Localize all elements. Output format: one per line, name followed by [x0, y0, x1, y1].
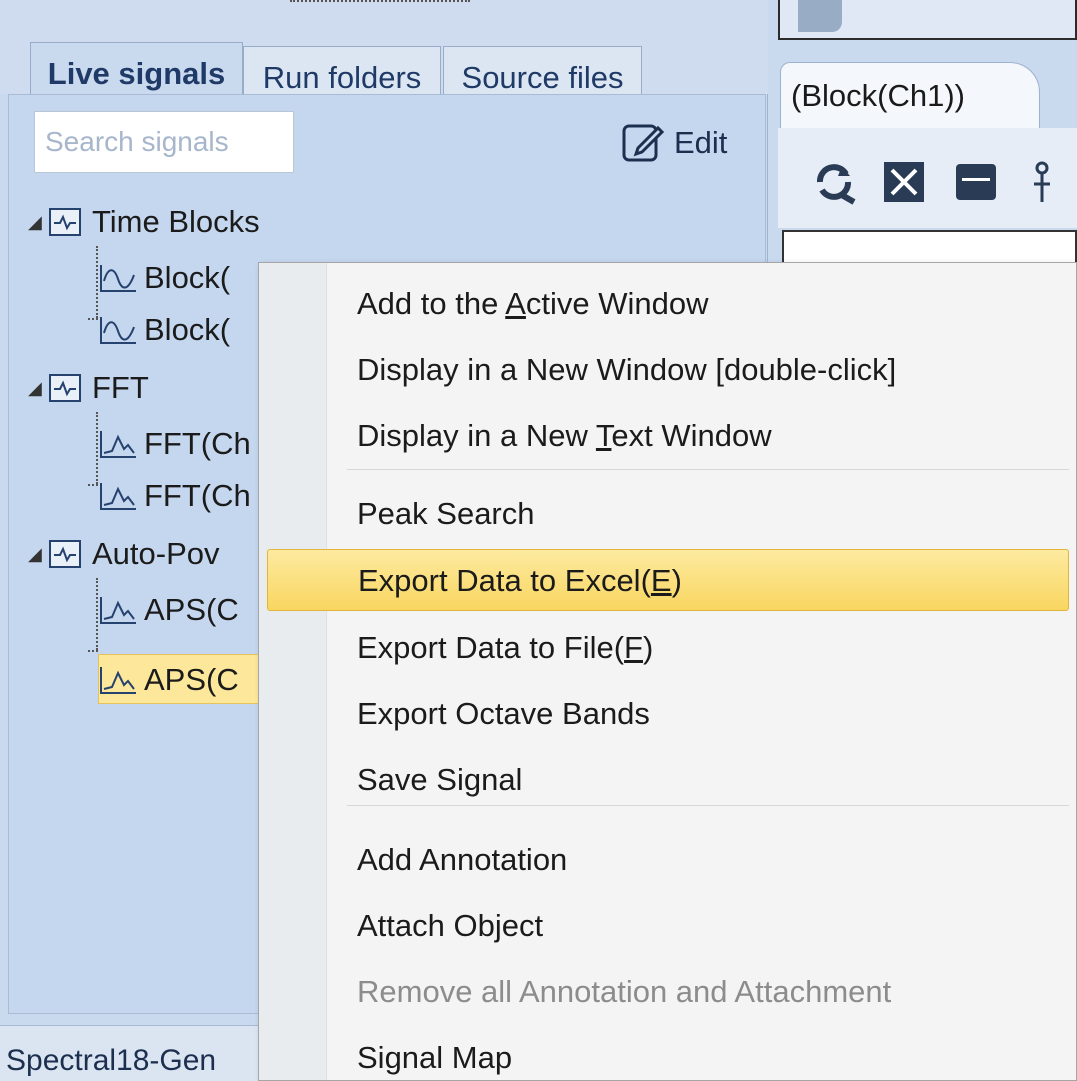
menu-item-label-suffix: ) — [642, 630, 654, 665]
tree-item[interactable]: Block( — [98, 302, 230, 358]
tree-item-label: APS(C — [144, 662, 239, 697]
menu-item-export-data-to-file[interactable]: Export Data to File(F) — [267, 617, 1069, 679]
tree-item-label: APS(C — [144, 592, 239, 627]
tree-item-label: Block( — [144, 260, 231, 295]
signal-group-icon — [49, 374, 81, 402]
edit-pencil-icon — [622, 124, 665, 162]
menu-item-label: Signal Map — [357, 1040, 513, 1075]
tab-block-ch1[interactable]: (Block(Ch1)) — [780, 62, 1040, 130]
menu-item-label: Export Octave Bands — [357, 696, 650, 731]
tree-item[interactable]: APS(C — [98, 582, 239, 638]
fit-icon[interactable] — [880, 158, 928, 206]
tree-item-label: FFT(Ch — [144, 426, 251, 461]
sine-wave-icon — [100, 317, 136, 344]
expander-icon[interactable]: ◢ — [28, 212, 48, 233]
menu-item-export-data-to-excel[interactable]: Export Data to Excel(E) — [267, 549, 1069, 611]
menu-item-label: Remove all Annotation and Attachment — [357, 974, 892, 1009]
menu-item-label-suffix: ) — [671, 563, 682, 598]
menu-item-label: Add to the — [357, 286, 506, 321]
expander-icon[interactable]: ◢ — [28, 378, 48, 399]
splitter-grip[interactable] — [290, 0, 470, 12]
tree-item[interactable]: FFT(Ch — [98, 416, 251, 472]
menu-item-attach-object[interactable]: Attach Object — [267, 895, 1069, 957]
tree-item[interactable]: FFT(Ch — [98, 468, 251, 524]
panel-header-strip — [0, 0, 768, 20]
tree-connector — [88, 484, 98, 486]
search-signals-input[interactable] — [34, 111, 294, 173]
menu-item-label: Peak Search — [357, 496, 535, 531]
tree-connector — [88, 318, 98, 320]
signal-group-icon — [49, 208, 81, 236]
menu-item-signal-map[interactable]: Signal Map — [267, 1027, 1069, 1081]
signal-group-icon — [49, 540, 81, 568]
menu-item-add-annotation[interactable]: Add Annotation — [267, 829, 1069, 891]
spectrum-icon — [100, 483, 136, 510]
tree-item-label: FFT(Ch — [144, 478, 251, 513]
menu-item-display-in-new-window[interactable]: Display in a New Window [double-click] — [267, 339, 1069, 401]
menu-item-label-suffix: ctive Window — [525, 286, 709, 321]
menu-item-label: Display in a New Window [double-click] — [357, 352, 897, 387]
tree-group-fft[interactable]: ◢ FFT — [28, 360, 149, 416]
menu-accelerator-key: E — [650, 563, 672, 598]
menu-item-add-to-active-window[interactable]: Add to the Active Window — [267, 273, 1069, 335]
menu-item-label: Attach Object — [357, 908, 544, 943]
menu-accelerator-key: A — [505, 286, 526, 321]
menu-item-label: Export Data to File( — [357, 630, 625, 665]
menu-separator — [347, 469, 1069, 470]
menu-item-label: Display in a New — [357, 418, 596, 453]
menu-item-label: Export Data to Excel( — [358, 563, 651, 598]
sine-wave-icon — [100, 265, 136, 292]
expander-icon[interactable]: ◢ — [28, 544, 48, 565]
tree-group-label: Auto-Pov — [92, 536, 220, 571]
menu-item-save-signal[interactable]: Save Signal — [267, 749, 1069, 811]
menu-item-label-suffix: ext Window — [611, 418, 772, 453]
menu-item-export-octave-bands[interactable]: Export Octave Bands — [267, 683, 1069, 745]
window-icon — [798, 0, 842, 32]
tree-group-auto-power[interactable]: ◢ Auto-Pov — [28, 526, 220, 582]
tree-group-label: Time Blocks — [92, 204, 260, 239]
project-name-text: Spectral18-Gen — [6, 1044, 217, 1077]
edit-button-label: Edit — [674, 125, 728, 160]
menu-item-peak-search[interactable]: Peak Search — [267, 483, 1069, 545]
menu-item-label: Save Signal — [357, 762, 523, 797]
context-menu: Add to the Active Window Display in a New… — [258, 262, 1077, 1081]
menu-item-label: Add Annotation — [357, 842, 568, 877]
cursor-icon[interactable] — [1018, 158, 1066, 206]
refresh-icon[interactable] — [810, 158, 858, 206]
menu-accelerator-key: F — [624, 630, 643, 665]
signal-browser-tabs: Live signals Run folders Source files — [0, 20, 768, 112]
top-window-frame — [778, 0, 1077, 40]
tree-item-selected[interactable]: APS(C — [98, 652, 239, 708]
tree-item-label: Block( — [144, 312, 231, 347]
menu-accelerator-key: T — [595, 418, 612, 453]
spectrum-icon — [100, 667, 136, 694]
menu-separator — [347, 805, 1069, 806]
tree-connector — [88, 650, 98, 652]
tree-group-label: FFT — [92, 370, 149, 405]
spectrum-icon — [100, 597, 136, 624]
tree-group-time-blocks[interactable]: ◢ Time Blocks — [28, 194, 260, 250]
edit-button[interactable]: Edit — [620, 118, 750, 168]
spectrum-icon — [100, 431, 136, 458]
menu-item-remove-all-annotation: Remove all Annotation and Attachment — [267, 961, 1069, 1023]
window-icon[interactable] — [952, 158, 1000, 206]
plot-toolbar — [778, 128, 1077, 228]
tree-item[interactable]: Block( — [98, 250, 230, 306]
menu-item-display-in-new-text-window[interactable]: Display in a New Text Window — [267, 405, 1069, 467]
